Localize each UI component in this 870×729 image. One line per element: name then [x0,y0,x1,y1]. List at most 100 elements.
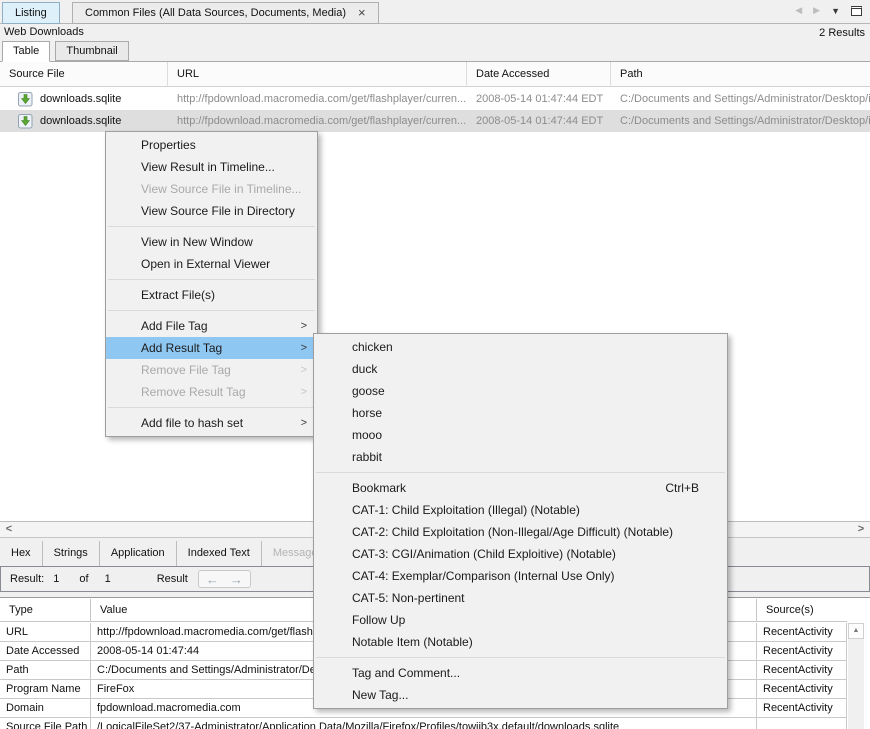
submenu-arrow-icon: > [301,359,307,381]
scroll-left-icon[interactable]: < [1,522,17,537]
table-row[interactable]: downloads.sqlite http://fpdownload.macro… [0,88,870,110]
menu-item: Remove Result Tag > [106,381,317,403]
next-result-icon[interactable]: → [230,572,243,587]
menu-item[interactable]: chicken > [314,336,727,358]
table-row[interactable]: downloads.sqlite http://fpdownload.macro… [0,110,870,132]
detail-row[interactable]: Source File Path /LogicalFileSet2/37-Adm… [0,718,847,729]
result-label: Result: [10,573,44,585]
column-header-path[interactable]: Path [611,62,870,87]
submenu-arrow-icon: > [301,337,307,359]
submenu-arrow-icon: > [301,315,307,337]
cell-date-accessed: 2008-05-14 01:47:44 EDT [467,110,611,132]
context-menu: Properties > View Result in Timeline... … [105,131,318,437]
content-tab-label: Application [111,547,165,559]
tab-listing[interactable]: Listing [2,2,60,24]
menu-item-label: duck [352,362,377,376]
menu-item[interactable]: rabbit > [314,446,727,468]
cell-source: RecentActivity [757,623,847,641]
menu-item[interactable]: Open in External Viewer > [106,253,317,275]
menu-item[interactable]: Add Result Tag > [106,337,317,359]
tab-table[interactable]: Table [2,41,50,62]
menu-item[interactable]: Add File Tag > [106,315,317,337]
content-tab[interactable]: Strings [43,541,100,566]
result-pager: ← → [198,570,251,588]
menu-item-label: Add Result Tag [141,341,222,355]
vertical-scrollbar[interactable]: ▲ [848,623,864,729]
result-of-label: of [79,573,88,585]
close-icon[interactable]: × [358,3,366,23]
menu-item[interactable]: duck > [314,358,727,380]
menu-item-label: Notable Item (Notable) [352,635,473,649]
column-header-source-file[interactable]: Source File [0,62,168,87]
scroll-up-icon[interactable]: ▲ [848,623,864,639]
content-tab-label: Indexed Text [188,547,250,559]
dropdown-icon[interactable]: ▼ [831,6,840,16]
menu-item[interactable]: CAT-4: Exemplar/Comparison (Internal Use… [314,565,727,587]
menu-item-label: View in New Window [141,235,253,249]
results-table-header: Source File URL Date Accessed Path [0,62,870,87]
menu-item[interactable]: horse > [314,402,727,424]
window-tab-bar: Listing Common Files (All Data Sources, … [0,0,870,24]
menu-item[interactable]: View in New Window > [106,231,317,253]
menu-item-shortcut: Ctrl+B [665,477,699,499]
menu-item-label: CAT-1: Child Exploitation (Illegal) (Not… [352,503,580,517]
menu-item-label: New Tag... [352,688,408,702]
menu-item[interactable]: Properties > [106,134,317,156]
content-tab[interactable]: Application [100,541,177,566]
menu-item[interactable]: mooo > [314,424,727,446]
menu-item[interactable]: Notable Item (Notable) > [314,631,727,653]
menu-item-label: CAT-5: Non-pertinent [352,591,465,605]
menu-item[interactable]: CAT-5: Non-pertinent > [314,587,727,609]
menu-item-label: Add file to hash set [141,416,243,430]
menu-item[interactable]: Bookmark Ctrl+B > [314,477,727,499]
cell-url: http://fpdownload.macromedia.com/get/fla… [168,88,467,110]
prev-result-icon[interactable]: ← [206,572,219,587]
menu-item[interactable]: Add file to hash set > [106,412,317,434]
menu-item[interactable]: View Source File in Directory > [106,200,317,222]
menu-separator: > [106,306,317,315]
content-tab[interactable]: Indexed Text [177,541,262,566]
nav-prev-icon[interactable]: ◀ [795,5,802,16]
column-header-type[interactable]: Type [0,599,91,622]
window-controls: ◀ ▶ ▼ [795,5,862,16]
content-tab[interactable]: Hex [0,541,43,566]
maximize-icon[interactable] [851,6,862,16]
menu-item[interactable]: CAT-1: Child Exploitation (Illegal) (Not… [314,499,727,521]
cell-path: C:/Documents and Settings/Administrator/… [611,110,870,132]
tab-thumbnail[interactable]: Thumbnail [55,41,128,61]
column-header-url[interactable]: URL [168,62,467,87]
menu-item[interactable]: Extract File(s) > [106,284,317,306]
menu-separator: > [106,222,317,231]
tab-common-files[interactable]: Common Files (All Data Sources, Document… [72,2,379,24]
cell-source [757,718,847,729]
menu-item[interactable]: New Tag... > [314,684,727,706]
menu-item-label: goose [352,384,385,398]
menu-item-label: CAT-4: Exemplar/Comparison (Internal Use… [352,569,615,583]
column-header-sources[interactable]: Source(s) [757,599,847,622]
menu-item: View Source File in Timeline... > [106,178,317,200]
menu-separator: > [106,275,317,284]
menu-item[interactable]: Follow Up > [314,609,727,631]
submenu-arrow-icon: > [301,381,307,403]
menu-item-label: Open in External Viewer [141,257,270,271]
cell-source: RecentActivity [757,642,847,660]
tab-common-files-label: Common Files (All Data Sources, Document… [85,3,346,23]
content-tab-label: Hex [11,547,31,559]
menu-item-label: Properties [141,138,196,152]
app-window: Listing Common Files (All Data Sources, … [0,0,870,729]
cell-type: URL [0,623,91,641]
menu-item[interactable]: Tag and Comment... > [314,662,727,684]
menu-item[interactable]: CAT-3: CGI/Animation (Child Exploitive) … [314,543,727,565]
cell-type: Date Accessed [0,642,91,660]
source-file-name: downloads.sqlite [40,110,121,132]
content-tab-label: Message [273,547,318,559]
column-header-date-accessed[interactable]: Date Accessed [467,62,611,87]
submenu-arrow-icon: > [301,412,307,434]
menu-item[interactable]: View Result in Timeline... > [106,156,317,178]
nav-next-icon[interactable]: ▶ [813,5,820,16]
menu-item[interactable]: CAT-2: Child Exploitation (Non-Illegal/A… [314,521,727,543]
cell-type: Domain [0,699,91,717]
menu-item[interactable]: goose > [314,380,727,402]
scroll-right-icon[interactable]: > [853,522,869,537]
menu-item-label: Remove Result Tag [141,385,246,399]
